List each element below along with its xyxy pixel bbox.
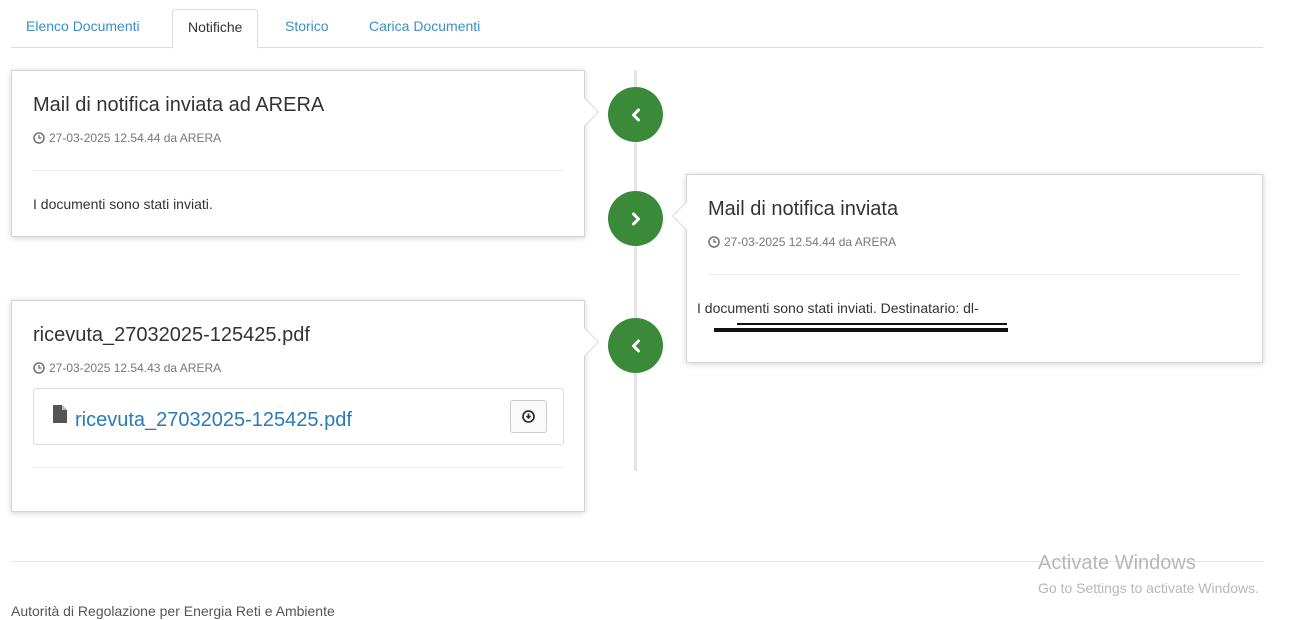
file-link[interactable]: ricevuta_27032025-125425.pdf <box>75 408 352 432</box>
panel-title: ricevuta_27032025-125425.pdf <box>33 324 310 346</box>
footer-text: Autorità di Regolazione per Energia Reti… <box>11 603 335 619</box>
panel-divider <box>708 274 1239 275</box>
tab-bar: Elenco Documenti Notifiche Storico Caric… <box>11 0 1263 49</box>
clock-icon <box>33 132 45 144</box>
panel-divider <box>33 170 564 171</box>
tab-carica-documenti[interactable]: Carica Documenti <box>354 9 495 48</box>
tab-elenco-documenti[interactable]: Elenco Documenti <box>11 9 155 48</box>
timeline-panel-notifica-arera: Mail di notifica inviata ad ARERA 27-03-… <box>11 70 599 237</box>
panel-meta: 27-03-2025 12.54.44 da ARERA <box>33 131 221 145</box>
download-icon <box>522 410 535 423</box>
timeline-badge <box>608 87 663 142</box>
clock-icon <box>33 362 45 374</box>
panel-body: I documenti sono stati inviati. Destinat… <box>697 300 979 316</box>
timeline-panel-notifica-inviata: Mail di notifica inviata 27-03-2025 12.5… <box>672 174 1263 363</box>
download-button[interactable] <box>510 400 547 433</box>
tab-notifiche[interactable]: Notifiche <box>172 9 259 49</box>
panel-meta: 27-03-2025 12.54.43 da ARERA <box>33 361 221 375</box>
panel-meta-text: 27-03-2025 12.54.44 da ARERA <box>49 131 222 145</box>
panel-meta-text: 27-03-2025 12.54.43 da ARERA <box>49 361 222 375</box>
panel-title: Mail di notifica inviata ad ARERA <box>33 94 325 116</box>
timeline-badge <box>608 191 663 246</box>
tab-storico[interactable]: Storico <box>270 9 344 48</box>
panel-divider <box>33 467 564 468</box>
timeline-badge <box>608 318 663 373</box>
redaction-bar <box>737 323 1007 325</box>
panel-body: I documenti sono stati inviati. <box>33 196 213 212</box>
file-attachment: ricevuta_27032025-125425.pdf <box>33 388 564 445</box>
file-icon <box>53 405 67 423</box>
redaction-bar <box>714 328 1008 332</box>
activation-watermark-subtitle: Go to Settings to activate Windows. <box>1038 580 1259 596</box>
clock-icon <box>708 236 720 248</box>
activation-watermark-title: Activate Windows <box>1038 552 1196 574</box>
panel-meta: 27-03-2025 12.54.44 da ARERA <box>708 235 896 249</box>
panel-title: Mail di notifica inviata <box>708 198 899 220</box>
panel-meta-text: 27-03-2025 12.54.44 da ARERA <box>724 235 897 249</box>
chevron-left-icon <box>631 339 640 352</box>
timeline-panel-ricevuta: ricevuta_27032025-125425.pdf 27-03-2025 … <box>11 300 599 512</box>
chevron-left-icon <box>631 108 640 121</box>
chevron-right-icon <box>631 212 640 225</box>
